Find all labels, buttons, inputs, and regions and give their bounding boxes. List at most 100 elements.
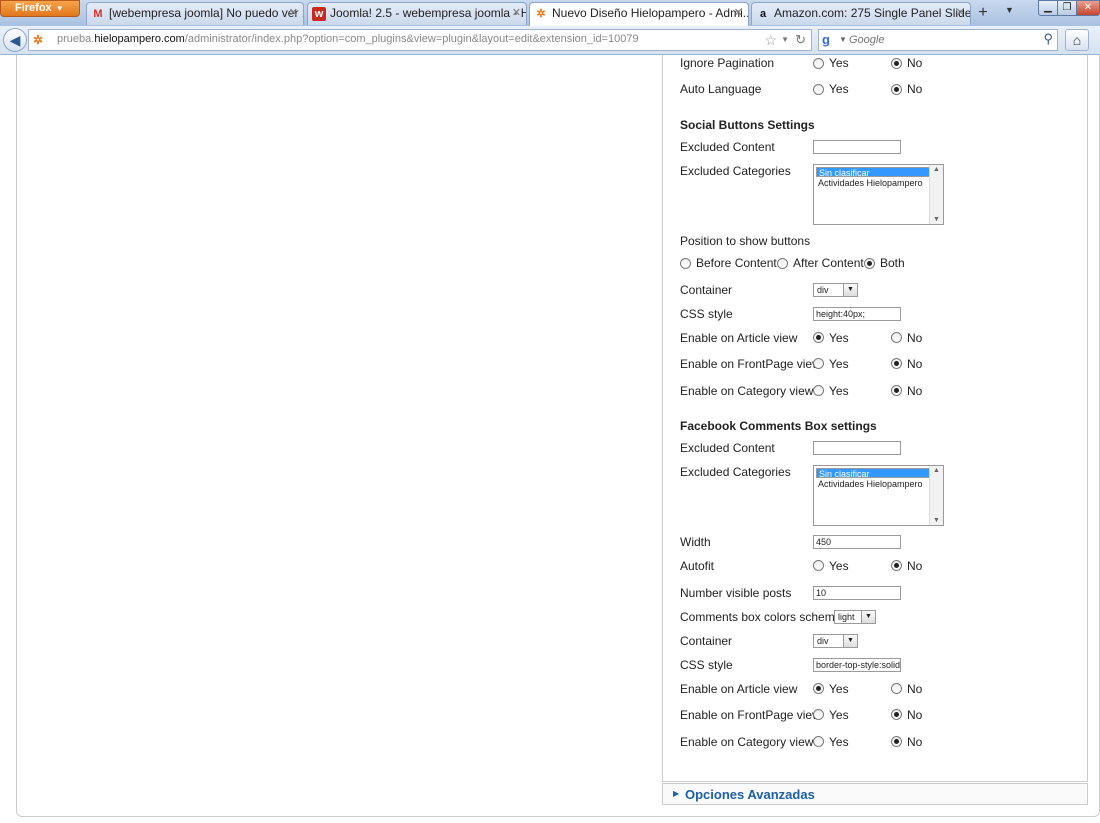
close-tab-icon[interactable]: ✕ — [956, 3, 965, 24]
url-domain: hielopampero.com — [94, 33, 185, 45]
position-both-radio[interactable] — [864, 258, 875, 269]
tab-webempresa[interactable]: w Joomla! 2.5 - webempresa joomla - H...… — [307, 2, 527, 25]
select-value: light — [838, 612, 855, 622]
tab-amazon[interactable]: a Amazon.com: 275 Single Panel Slider ✕ — [751, 2, 971, 25]
scroll-up-icon[interactable]: ▲ — [933, 467, 940, 474]
new-tab-button[interactable]: + — [972, 4, 994, 24]
fb-excluded-content-input[interactable] — [813, 441, 901, 455]
list-option[interactable]: Actividades Hielopampero — [816, 479, 932, 489]
position-after-content-radio[interactable] — [777, 258, 788, 269]
no-label: No — [907, 559, 923, 573]
social-frontpage-view-yes-radio[interactable] — [813, 358, 824, 369]
fb-frontpage-view-yes-radio[interactable] — [813, 709, 824, 720]
list-option-selected[interactable]: Sin clasificar — [816, 468, 930, 479]
chevron-down-icon[interactable]: ▼ — [843, 284, 857, 296]
position-to-show-label: Position to show buttons — [680, 234, 811, 248]
fb-excluded-categories-listbox[interactable]: Sin clasificar Actividades Hielopampero … — [813, 465, 944, 526]
auto-language-no-radio[interactable] — [891, 84, 902, 95]
social-css-style-input[interactable]: height:40px; — [813, 307, 901, 321]
social-article-view-yes-radio[interactable] — [813, 332, 824, 343]
facebook-comments-heading: Facebook Comments Box settings — [680, 419, 877, 433]
bookmark-star-icon[interactable]: ☆ — [764, 32, 777, 48]
no-label: No — [907, 708, 923, 722]
chevron-down-icon: ▼ — [55, 4, 64, 13]
fb-article-view-yes-radio[interactable] — [813, 683, 824, 694]
back-button[interactable]: ◀ — [3, 28, 27, 52]
google-icon[interactable]: g — [822, 32, 838, 48]
both-label: Both — [880, 256, 905, 270]
auto-language-yes-radio[interactable] — [813, 84, 824, 95]
firefox-menu-button[interactable]: Firefox ▼ — [0, 0, 80, 17]
minimize-icon[interactable]: ▁ — [1038, 0, 1058, 16]
fb-visible-posts-label: Number visible posts — [680, 586, 792, 600]
yes-label: Yes — [829, 682, 849, 696]
list-tabs-icon[interactable]: ▼ — [1005, 5, 1014, 15]
fb-width-label: Width — [680, 535, 711, 549]
social-excluded-categories-label: Excluded Categories — [680, 164, 791, 178]
fb-color-scheme-select[interactable]: light ▼ — [834, 610, 876, 624]
home-button[interactable]: ⌂ — [1065, 29, 1089, 51]
close-tab-icon[interactable]: ✕ — [734, 3, 743, 24]
social-buttons-heading: Social Buttons Settings — [680, 118, 815, 132]
social-category-view-no-radio[interactable] — [891, 385, 902, 396]
fb-container-select[interactable]: div ▼ — [813, 634, 858, 648]
fb-css-style-input[interactable]: border-top-style:solid — [813, 658, 901, 672]
fb-excluded-categories-label: Excluded Categories — [680, 465, 791, 479]
search-input[interactable] — [849, 32, 1029, 48]
tab-gmail[interactable]: M [webempresa joomla] No puedo ver ... ✕ — [86, 2, 304, 25]
maximize-icon[interactable]: ❐ — [1057, 0, 1077, 16]
fb-category-view-label: Enable on Category view — [680, 735, 814, 749]
social-container-select[interactable]: div ▼ — [813, 283, 858, 297]
tab-title: Amazon.com: 275 Single Panel Slider — [774, 6, 971, 20]
chevron-down-icon[interactable]: ▼ — [843, 635, 857, 647]
triangle-right-icon: ▶ — [673, 789, 680, 798]
no-label: No — [907, 682, 923, 696]
listbox-scrollbar[interactable]: ▲ ▼ — [929, 165, 943, 224]
position-before-content-radio[interactable] — [680, 258, 691, 269]
ignore-pagination-no-radio[interactable] — [891, 58, 902, 69]
close-tab-icon[interactable]: ✕ — [289, 3, 298, 24]
fb-frontpage-view-no-radio[interactable] — [891, 709, 902, 720]
search-engine-dropdown-icon[interactable]: ▼ — [839, 35, 847, 44]
fb-category-view-yes-radio[interactable] — [813, 736, 824, 747]
social-category-view-yes-radio[interactable] — [813, 385, 824, 396]
address-bar[interactable]: ✲ prueba.hielopampero.com/administrator/… — [28, 29, 812, 51]
close-window-icon[interactable]: ✕ — [1076, 0, 1100, 16]
social-excluded-content-input[interactable] — [813, 140, 901, 154]
social-frontpage-view-no-radio[interactable] — [891, 358, 902, 369]
social-css-style-label: CSS style — [680, 307, 733, 321]
plus-icon: + — [978, 4, 988, 21]
scroll-down-icon[interactable]: ▼ — [933, 517, 940, 524]
advanced-options-toggle[interactable]: ▶ Opciones Avanzadas — [662, 783, 1088, 805]
joomla-icon: ✲ — [536, 8, 546, 20]
scroll-up-icon[interactable]: ▲ — [933, 166, 940, 173]
tab-hielopampero[interactable]: ✲ Nuevo Diseño Hielopampero - Admi... ✕ — [529, 2, 749, 26]
fb-autofit-yes-radio[interactable] — [813, 560, 824, 571]
social-excluded-categories-listbox[interactable]: Sin clasificar Actividades Hielopampero … — [813, 164, 944, 225]
page-content: ▶ Opciones Avanzadas Ignore Pagination Y… — [6, 55, 1100, 823]
fb-autofit-no-radio[interactable] — [891, 560, 902, 571]
fb-visible-posts-input[interactable]: 10 — [813, 586, 901, 600]
chevron-down-icon[interactable]: ▼ — [861, 611, 875, 623]
listbox-scrollbar[interactable]: ▲ ▼ — [929, 466, 943, 525]
reload-icon[interactable]: ↻ — [795, 32, 806, 48]
scroll-down-icon[interactable]: ▼ — [933, 216, 940, 223]
fb-width-input[interactable]: 450 — [813, 535, 901, 549]
history-dropdown-icon[interactable]: ▼ — [781, 35, 789, 44]
fb-article-view-label: Enable on Article view — [680, 682, 798, 696]
search-icon[interactable]: ⚲ — [1043, 31, 1053, 47]
close-tab-icon[interactable]: ✕ — [512, 3, 521, 24]
ignore-pagination-yes-radio[interactable] — [813, 58, 824, 69]
list-option[interactable]: Actividades Hielopampero — [816, 178, 932, 188]
fb-category-view-no-radio[interactable] — [891, 736, 902, 747]
fb-article-view-no-radio[interactable] — [891, 683, 902, 694]
tab-title: Nuevo Diseño Hielopampero - Admi... — [552, 6, 749, 20]
list-option-selected[interactable]: Sin clasificar — [816, 167, 930, 178]
ignore-pagination-label: Ignore Pagination — [680, 56, 775, 70]
site-identity-icon[interactable]: ✲ — [33, 33, 47, 47]
search-box[interactable]: g ▼ ⚲ — [818, 29, 1058, 51]
social-excluded-content-label: Excluded Content — [680, 140, 775, 154]
yes-label: Yes — [829, 735, 849, 749]
fb-css-style-label: CSS style — [680, 658, 733, 672]
social-article-view-no-radio[interactable] — [891, 332, 902, 343]
